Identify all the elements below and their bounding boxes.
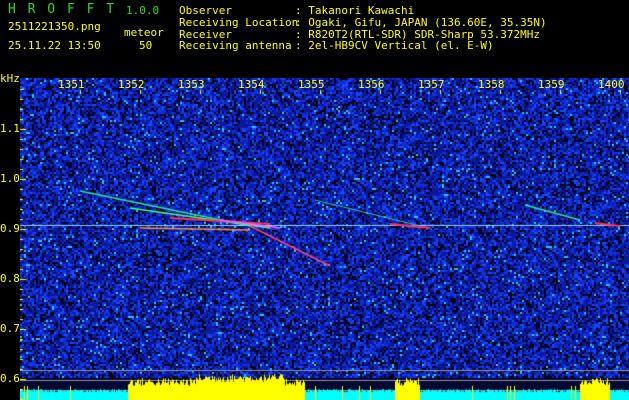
spectrogram xyxy=(20,78,629,400)
x-tick-label: 1359 xyxy=(538,78,565,91)
x-tick-label: 1356 xyxy=(358,78,385,91)
y-tick-label: 0.8 xyxy=(0,272,20,285)
app-title: H R O F F T xyxy=(8,2,117,17)
meteor-count: 50 xyxy=(139,39,153,52)
y-tick-label: 0.7 xyxy=(0,322,20,335)
x-tick-label: 1351 xyxy=(58,78,85,91)
y-tick-label: 0.9 xyxy=(0,222,20,235)
y-tick-label: 0.6 xyxy=(0,372,20,385)
y-axis-unit: kHz xyxy=(0,72,20,85)
x-tick-label: 1358 xyxy=(478,78,505,91)
file-datetime: 25.11.22 13:50 xyxy=(8,39,101,52)
info-label-antenna: Receiving antenna xyxy=(179,39,292,52)
x-tick-label: 1354 xyxy=(238,78,265,91)
app-version: 1.0.0 xyxy=(126,4,160,17)
x-tick-label: 1400 xyxy=(598,78,625,91)
y-tick-label: 1.1 xyxy=(0,122,20,135)
file-name: 2511221350.png xyxy=(8,20,101,33)
x-tick-label: 1352 xyxy=(118,78,145,91)
y-tick-label: 1.0 xyxy=(0,172,20,185)
meteor-label: meteor xyxy=(124,26,164,39)
x-tick-label: 1353 xyxy=(178,78,205,91)
x-tick-label: 1357 xyxy=(418,78,445,91)
info-value-antenna: : 2el-HB9CV Vertical (el. E-W) xyxy=(295,39,494,52)
x-tick-label: 1355 xyxy=(298,78,325,91)
